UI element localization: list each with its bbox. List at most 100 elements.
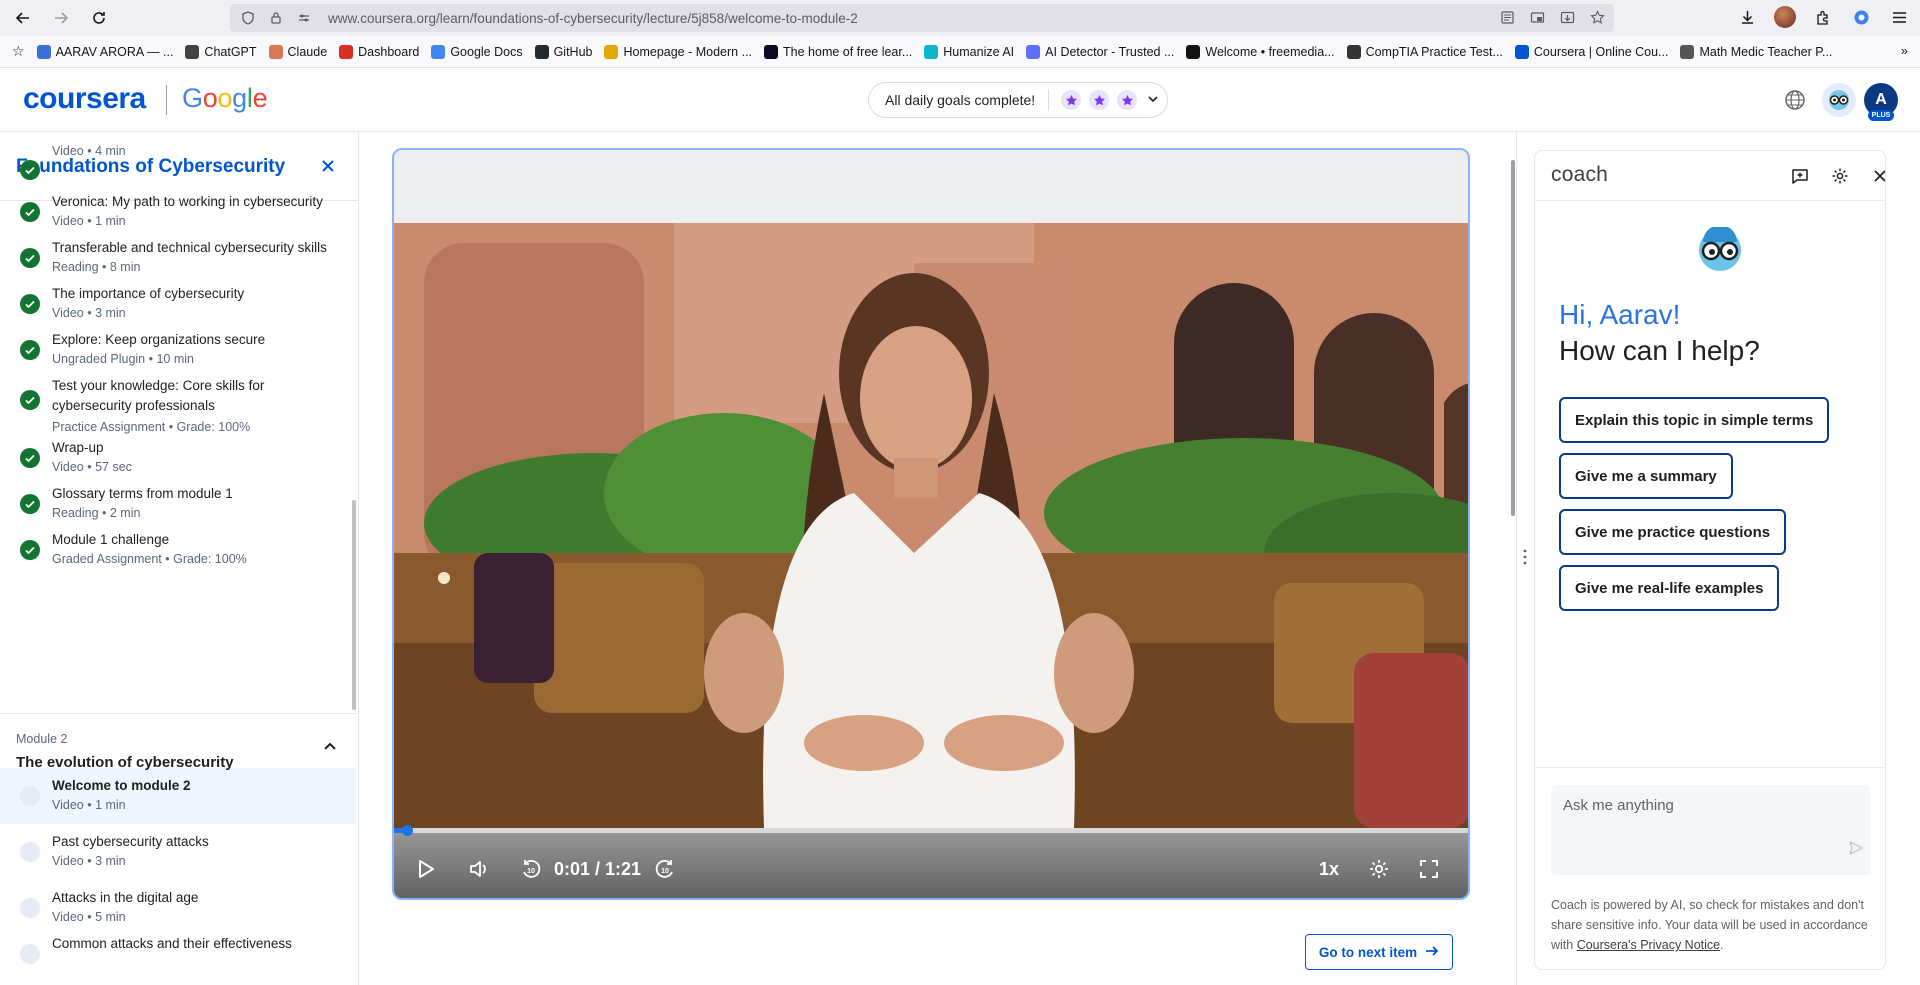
sidebar-item[interactable]: Past cybersecurity attacks Video • 3 min xyxy=(0,824,356,880)
address-bar[interactable]: www.coursera.org/learn/foundations-of-cy… xyxy=(230,4,1614,32)
bookmarks-star-icon[interactable]: ☆ xyxy=(12,43,25,60)
real-life-examples-chip[interactable]: Give me real-life examples xyxy=(1559,565,1780,611)
bookmark-item[interactable]: Humanize AI xyxy=(924,44,1014,59)
bookmark-item[interactable]: GitHub xyxy=(534,44,592,59)
user-avatar[interactable]: A PLUS xyxy=(1864,83,1898,121)
bookmark-item[interactable]: Claude xyxy=(268,44,327,59)
bookmark-favicon-icon xyxy=(1026,44,1041,59)
privacy-notice-link[interactable]: Coursera's Privacy Notice xyxy=(1577,938,1720,952)
save-to-pocket-icon[interactable] xyxy=(1560,10,1576,26)
video-player[interactable]: 10 0:01 / 1:21 10 1x xyxy=(392,148,1470,900)
bookmark-item[interactable]: ChatGPT xyxy=(185,44,257,59)
lock-icon[interactable] xyxy=(268,10,284,26)
practice-questions-chip[interactable]: Give me practice questions xyxy=(1559,509,1787,555)
main-scrollbar[interactable] xyxy=(1511,160,1515,516)
bookmark-item[interactable]: Dashboard xyxy=(339,44,419,59)
sidebar-item-title: Explore: Keep organizations secure xyxy=(52,332,266,347)
summary-chip[interactable]: Give me a summary xyxy=(1559,453,1733,499)
volume-icon[interactable] xyxy=(466,856,492,882)
goal-star-icon xyxy=(1117,90,1138,110)
sidebar-item[interactable]: Module 1 challenge Graded Assignment • Gr… xyxy=(0,522,356,568)
module-number: Module 2 xyxy=(16,732,68,746)
module-title: The evolution of cybersecurity xyxy=(16,754,234,771)
sidebar-item-title: Common attacks and their effectiveness xyxy=(52,936,292,951)
bookmarks-bar: ☆ AARAV ARORA — ... ChatGPT Claude Dashboar… xyxy=(0,36,1920,68)
permissions-icon[interactable] xyxy=(296,10,312,26)
playback-speed-button[interactable]: 1x xyxy=(1319,859,1339,880)
sidebar-scrollbar[interactable] xyxy=(352,500,356,710)
send-icon[interactable] xyxy=(1849,841,1863,855)
sidebar-item[interactable]: Transferable and technical cybersecurity… xyxy=(0,230,356,276)
coursera-logo[interactable]: coursera xyxy=(23,82,146,116)
sidebar-item[interactable]: The importance of cybersecurity Video • 3… xyxy=(0,276,356,322)
bookmark-item[interactable]: AARAV ARORA — ... xyxy=(36,44,173,59)
daily-goals-button[interactable]: All daily goals complete! xyxy=(868,82,1168,118)
browser-toolbar: www.coursera.org/learn/foundations-of-cy… xyxy=(0,0,1920,36)
logo-divider xyxy=(166,85,167,115)
bookmark-item[interactable]: Math Medic Teacher P... xyxy=(1680,44,1832,59)
profile-avatar-icon[interactable] xyxy=(1774,6,1796,28)
bookmark-item[interactable]: CompTIA Practice Test... xyxy=(1346,44,1503,59)
bookmark-item[interactable]: The home of free lear... xyxy=(764,44,912,59)
forward-icon[interactable] xyxy=(46,3,76,33)
bookmark-favicon-icon xyxy=(268,44,283,59)
bookmark-item[interactable]: Google Docs xyxy=(431,44,523,59)
shield-icon[interactable] xyxy=(240,10,256,26)
coach-disclaimer: Coach is powered by AI, so check for mis… xyxy=(1551,898,1868,952)
globe-icon[interactable] xyxy=(1784,89,1806,111)
reader-view-icon[interactable] xyxy=(1500,10,1516,26)
coach-mascot-icon xyxy=(1695,225,1745,273)
menu-icon[interactable] xyxy=(1888,6,1910,28)
picture-in-picture-icon[interactable] xyxy=(1530,10,1546,26)
reload-icon[interactable] xyxy=(84,3,114,33)
video-frame[interactable] xyxy=(394,223,1468,828)
chevron-up-icon[interactable] xyxy=(320,736,340,756)
explain-topic-chip[interactable]: Explain this topic in simple terms xyxy=(1559,397,1830,443)
bookmark-favicon-icon xyxy=(1186,44,1201,59)
video-progress-bar[interactable] xyxy=(394,825,1468,836)
play-icon[interactable] xyxy=(412,856,438,882)
sidebar-item-title: Past cybersecurity attacks xyxy=(52,834,209,849)
not-started-circle-icon xyxy=(20,842,40,862)
coach-settings-icon[interactable] xyxy=(1829,165,1851,187)
coach-header: coach xyxy=(1535,151,1885,201)
sidebar-item[interactable]: Veronica: My path to working in cybersec… xyxy=(0,184,356,230)
sidebar-item[interactable]: Glossary terms from module 1 Reading • 2 … xyxy=(0,476,356,522)
bookmark-item[interactable]: Homepage - Modern ... xyxy=(604,44,752,59)
downloads-icon[interactable] xyxy=(1736,6,1758,28)
plus-badge: PLUS xyxy=(1868,110,1894,121)
sidebar-item-meta: Video • 1 min xyxy=(52,214,126,228)
completed-check-icon xyxy=(20,248,40,268)
sidebar-item-meta: Reading • 2 min xyxy=(52,506,141,520)
resize-handle-icon[interactable] xyxy=(1522,548,1528,566)
rewind-10-icon[interactable]: 10 xyxy=(518,856,544,882)
sidebar-item[interactable]: Welcome to module 2 Video • 1 min xyxy=(0,768,356,824)
bookmark-item[interactable]: Welcome • freemedia... xyxy=(1186,44,1335,59)
progress-handle[interactable] xyxy=(402,825,413,836)
bookmark-item[interactable]: AI Detector - Trusted ... xyxy=(1026,44,1174,59)
bookmarks-overflow-icon[interactable]: » xyxy=(1901,43,1908,58)
close-coach-icon[interactable] xyxy=(1869,165,1885,187)
coach-toggle-icon[interactable] xyxy=(1822,83,1856,117)
settings-gear-icon[interactable] xyxy=(1366,856,1392,882)
extensions-icon[interactable] xyxy=(1812,6,1834,28)
back-icon[interactable] xyxy=(8,3,38,33)
sidebar-item[interactable]: Explore: Keep organizations secure Ungrad… xyxy=(0,322,356,368)
video-time: 0:01 / 1:21 xyxy=(554,859,642,879)
sidebar-item[interactable]: Test your knowledge: Core skills for cyb… xyxy=(0,368,356,434)
go-to-next-item-button[interactable]: Go to next item xyxy=(1305,934,1453,970)
forward-10-icon[interactable]: 10 xyxy=(652,856,678,882)
sidebar-item[interactable]: Wrap-up Video • 57 sec xyxy=(0,430,356,476)
bookmark-favicon-icon xyxy=(1680,44,1695,59)
sidebar-item[interactable]: Common attacks and their effectiveness xyxy=(0,926,356,982)
chevron-down-icon xyxy=(1147,92,1159,108)
ask-coach-input[interactable] xyxy=(1551,785,1871,875)
fullscreen-icon[interactable] xyxy=(1416,856,1442,882)
bookmark-item[interactable]: Coursera | Online Cou... xyxy=(1514,44,1668,59)
google-logo: Google xyxy=(182,83,268,113)
bookmark-star-icon[interactable] xyxy=(1590,10,1606,26)
coursera-extension-icon[interactable] xyxy=(1850,6,1872,28)
course-outline-sidebar: Foundations of Cybersecurity Video • 4 m… xyxy=(0,132,359,985)
new-chat-icon[interactable] xyxy=(1789,165,1811,187)
sidebar-item[interactable]: Video • 4 min xyxy=(0,142,356,188)
